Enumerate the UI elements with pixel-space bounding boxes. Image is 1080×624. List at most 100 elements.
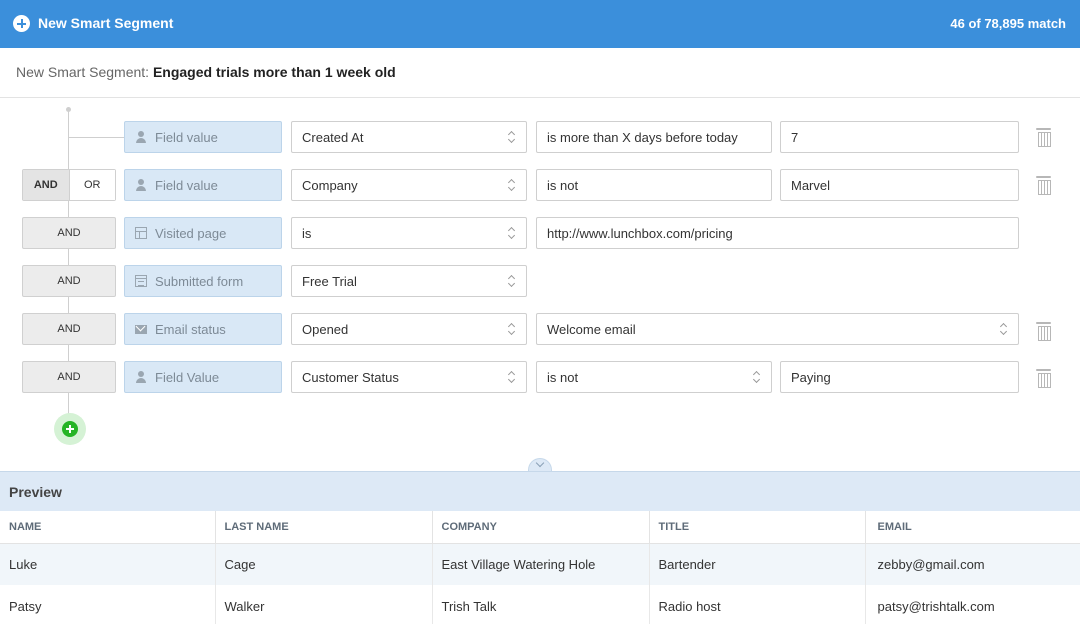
and-or-toggle[interactable]: AND OR bbox=[22, 169, 116, 201]
operator-select[interactable]: is not bbox=[536, 169, 772, 201]
value-input[interactable]: 7 bbox=[780, 121, 1019, 153]
rule-type-label: Field Value bbox=[155, 369, 220, 385]
table-cell: East Village Watering Hole bbox=[432, 543, 650, 585]
page-icon bbox=[135, 227, 147, 239]
trash-icon[interactable] bbox=[1036, 369, 1051, 388]
value-text: Paying bbox=[791, 369, 831, 385]
select-arrows-icon bbox=[508, 324, 515, 336]
page-title: New Smart Segment bbox=[38, 15, 174, 31]
add-circle-icon[interactable] bbox=[13, 15, 30, 32]
operator-value: is not bbox=[547, 177, 579, 193]
value-text: 7 bbox=[791, 129, 799, 145]
field-select-value: is bbox=[302, 225, 312, 241]
and-connector[interactable]: AND bbox=[22, 361, 116, 393]
url-input[interactable]: http://www.lunchbox.com/pricing bbox=[536, 217, 1019, 249]
column-header[interactable]: LAST NAME bbox=[215, 511, 433, 544]
operator-value: is not bbox=[547, 369, 579, 385]
operator-select[interactable]: is more than X days before today bbox=[536, 121, 772, 153]
field-select-value: Created At bbox=[302, 129, 364, 145]
table-header-row: NAME LAST NAME COMPANY TITLE EMAIL bbox=[0, 511, 1080, 544]
and-label: AND bbox=[57, 275, 81, 287]
url-text: http://www.lunchbox.com/pricing bbox=[547, 225, 733, 241]
divider bbox=[0, 97, 1080, 98]
value-text: Marvel bbox=[791, 177, 831, 193]
table-cell: Walker bbox=[215, 585, 433, 624]
person-icon bbox=[135, 179, 147, 191]
rule-type-label: Visited page bbox=[155, 225, 227, 241]
tree-branch bbox=[68, 137, 124, 138]
rule-type-field-value[interactable]: Field Value bbox=[124, 361, 282, 393]
table-cell: zebby@gmail.com bbox=[865, 543, 1080, 585]
and-label: AND bbox=[57, 227, 81, 239]
preview-title: Preview bbox=[9, 484, 62, 500]
form-select-value: Free Trial bbox=[302, 273, 357, 289]
form-select[interactable]: Free Trial bbox=[291, 265, 527, 297]
preview-table: NAME LAST NAME COMPANY TITLE EMAIL Luke … bbox=[0, 511, 1080, 624]
top-bar: New Smart Segment 46 of 78,895 match bbox=[0, 0, 1080, 48]
and-label: AND bbox=[57, 371, 81, 383]
rule-type-label: Submitted form bbox=[155, 273, 244, 289]
and-connector[interactable]: AND bbox=[22, 313, 116, 345]
email-select-value: Welcome email bbox=[547, 321, 636, 337]
field-select-value: Company bbox=[302, 177, 358, 193]
and-option[interactable]: AND bbox=[23, 170, 69, 200]
operator-select[interactable]: is not bbox=[536, 361, 772, 393]
column-header[interactable]: COMPANY bbox=[432, 511, 650, 544]
table-row[interactable]: Patsy Walker Trish Talk Radio host patsy… bbox=[0, 585, 1080, 624]
rule-type-field-value[interactable]: Field value bbox=[124, 169, 282, 201]
table-cell: Trish Talk bbox=[432, 585, 650, 624]
select-arrows-icon bbox=[508, 276, 515, 288]
select-arrows-icon bbox=[508, 372, 515, 384]
select-arrows-icon bbox=[1000, 324, 1007, 336]
form-icon bbox=[135, 275, 147, 287]
preview-header: Preview bbox=[0, 471, 1080, 511]
select-arrows-icon bbox=[508, 180, 515, 192]
segment-name[interactable]: Engaged trials more than 1 week old bbox=[153, 64, 396, 80]
field-select[interactable]: Customer Status bbox=[291, 361, 527, 393]
trash-icon[interactable] bbox=[1036, 176, 1051, 195]
email-select[interactable]: Welcome email bbox=[536, 313, 1019, 345]
table-cell: Patsy bbox=[0, 585, 216, 624]
column-header[interactable]: NAME bbox=[0, 511, 216, 544]
status-select-value: Opened bbox=[302, 321, 349, 337]
mail-icon bbox=[135, 325, 147, 334]
person-icon bbox=[135, 131, 147, 143]
trash-icon[interactable] bbox=[1036, 128, 1051, 147]
rule-type-label: Email status bbox=[155, 321, 226, 337]
select-arrows-icon bbox=[753, 372, 760, 384]
field-select[interactable]: Created At bbox=[291, 121, 527, 153]
table-cell: Luke bbox=[0, 543, 216, 585]
add-rule-button[interactable] bbox=[54, 413, 86, 445]
table-cell: patsy@trishtalk.com bbox=[877, 598, 995, 614]
or-option[interactable]: OR bbox=[68, 170, 115, 200]
value-input[interactable]: Marvel bbox=[780, 169, 1019, 201]
select-arrows-icon bbox=[508, 132, 515, 144]
rule-type-submitted-form[interactable]: Submitted form bbox=[124, 265, 282, 297]
plus-icon bbox=[62, 421, 78, 437]
and-label: AND bbox=[57, 323, 81, 335]
rule-type-label: Field value bbox=[155, 177, 218, 193]
rule-type-label: Field value bbox=[155, 129, 218, 145]
value-input[interactable]: Paying bbox=[780, 361, 1019, 393]
status-select[interactable]: Opened bbox=[291, 313, 527, 345]
field-select-value: Customer Status bbox=[302, 369, 399, 385]
rule-type-email-status[interactable]: Email status bbox=[124, 313, 282, 345]
rule-type-visited-page[interactable]: Visited page bbox=[124, 217, 282, 249]
table-cell: Bartender bbox=[649, 543, 866, 585]
column-header[interactable]: EMAIL bbox=[865, 511, 1080, 544]
person-icon bbox=[135, 371, 147, 383]
trash-icon[interactable] bbox=[1036, 322, 1051, 341]
rule-type-field-value[interactable]: Field value bbox=[124, 121, 282, 153]
table-cell: Cage bbox=[215, 543, 433, 585]
table-cell: Radio host bbox=[649, 585, 866, 624]
and-connector[interactable]: AND bbox=[22, 217, 116, 249]
collapse-preview-toggle[interactable] bbox=[528, 458, 552, 472]
and-connector[interactable]: AND bbox=[22, 265, 116, 297]
operator-value: is more than X days before today bbox=[547, 129, 738, 145]
column-header[interactable]: TITLE bbox=[649, 511, 866, 544]
field-select[interactable]: Company bbox=[291, 169, 527, 201]
field-select[interactable]: is bbox=[291, 217, 527, 249]
table-row[interactable]: Luke Cage East Village Watering Hole Bar… bbox=[0, 543, 1080, 585]
segment-label: New Smart Segment: bbox=[16, 64, 150, 80]
select-arrows-icon bbox=[508, 228, 515, 240]
